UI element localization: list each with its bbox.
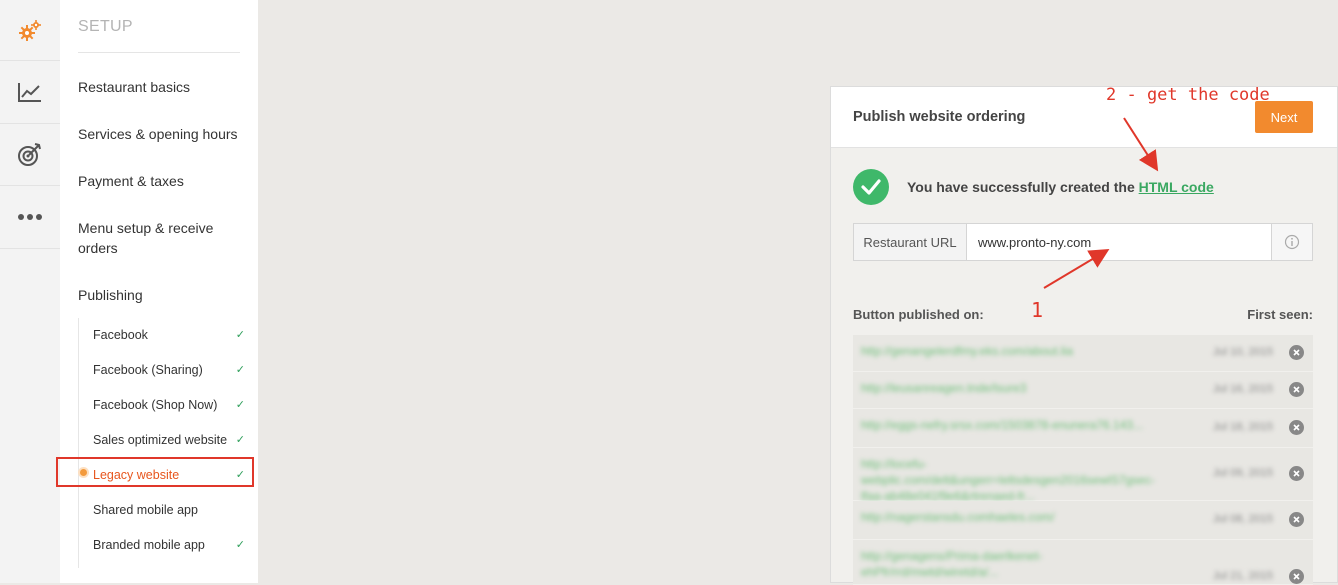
row-date: Jul 10, 2015 bbox=[1213, 346, 1273, 358]
subnav-item-label: Branded mobile app bbox=[93, 538, 205, 552]
button-published-on-header: Button published on: bbox=[853, 307, 984, 322]
success-check-icon bbox=[853, 169, 889, 205]
row-url: http://leusanreagen.tnde/lsure3 bbox=[861, 381, 1027, 395]
publish-panel: Publish website ordering Next You have s… bbox=[830, 86, 1338, 585]
target-icon bbox=[18, 143, 41, 166]
setup-title: SETUP bbox=[78, 18, 133, 35]
html-code-link[interactable]: HTML code bbox=[1139, 179, 1214, 195]
row-url: http://locefu-webplic.com/delt&ungerr=le… bbox=[861, 457, 1155, 503]
subnav-item-branded-mobile-app[interactable]: Branded mobile app ✓ bbox=[93, 535, 245, 555]
divider bbox=[78, 52, 240, 53]
publishing-subnav: Facebook ✓ Facebook (Sharing) ✓ Facebook… bbox=[78, 318, 249, 568]
check-icon: ✓ bbox=[235, 329, 245, 341]
annotation-step-2: 2 - get the code bbox=[1106, 85, 1270, 105]
check-icon: ✓ bbox=[235, 364, 245, 376]
setup-sidebar: SETUP Restaurant basics Services & openi… bbox=[60, 0, 258, 583]
panel-title: Publish website ordering bbox=[853, 109, 1026, 125]
nav-publishing[interactable]: Publishing bbox=[78, 285, 248, 305]
subnav-item-facebook[interactable]: Facebook ✓ bbox=[93, 325, 245, 345]
success-prefix: You have successfully created the bbox=[907, 179, 1139, 195]
table-row: http://genagens/Prima-daerlkenet-ehPfr/r… bbox=[853, 540, 1313, 585]
info-icon[interactable] bbox=[1271, 224, 1312, 260]
row-date: Jul 08, 2015 bbox=[1213, 513, 1273, 525]
remove-icon[interactable] bbox=[1289, 512, 1304, 527]
row-url: http://eggs-nefry.srsx.com/1503878-enune… bbox=[861, 418, 1143, 432]
remove-icon[interactable] bbox=[1289, 420, 1304, 435]
subnav-item-label: Facebook (Sharing) bbox=[93, 363, 203, 377]
subnav-item-facebook-sharing[interactable]: Facebook (Sharing) ✓ bbox=[93, 360, 245, 380]
row-url: http://genagens/Prima-daerlkenet-ehPfr/r… bbox=[861, 549, 1043, 579]
restaurant-url-input[interactable] bbox=[978, 233, 1268, 251]
next-button[interactable]: Next bbox=[1255, 101, 1313, 133]
more-icon bbox=[18, 214, 42, 220]
table-row: http://locefu-webplic.com/delt&ungerr=le… bbox=[853, 448, 1313, 503]
rail-item-setup[interactable] bbox=[0, 0, 60, 62]
rail-item-reports[interactable] bbox=[0, 60, 60, 124]
subnav-item-label: Sales optimized website bbox=[93, 433, 228, 447]
subnav-item-sales-optimized-website[interactable]: Sales optimized website ✓ bbox=[93, 430, 245, 450]
row-date: Jul 09, 2015 bbox=[1213, 467, 1273, 479]
table-row: http://genangelerdfmy.eks.com/about.lia … bbox=[853, 335, 1313, 372]
annotation-step-1: 1 bbox=[1031, 298, 1044, 322]
highlight-box bbox=[56, 457, 254, 487]
nav-menu-setup[interactable]: Menu setup & receive orders bbox=[78, 218, 228, 258]
table-row: http://leusanreagen.tnde/lsure3 Jul 16, … bbox=[853, 372, 1313, 409]
nav-restaurant-basics[interactable]: Restaurant basics bbox=[78, 77, 248, 97]
remove-icon[interactable] bbox=[1289, 345, 1304, 360]
rail-item-marketing[interactable] bbox=[0, 123, 60, 186]
remove-icon[interactable] bbox=[1289, 466, 1304, 481]
icon-rail bbox=[0, 0, 60, 583]
subnav-item-label: Facebook bbox=[93, 328, 148, 342]
subnav-item-shared-mobile-app[interactable]: Shared mobile app bbox=[93, 500, 245, 520]
restaurant-url-field: Restaurant URL bbox=[853, 223, 1313, 261]
rail-item-more[interactable] bbox=[0, 186, 60, 249]
row-date: Jul 21, 2015 bbox=[1213, 570, 1273, 582]
row-date: Jul 18, 2015 bbox=[1213, 421, 1273, 433]
row-url: http://nagerstansdu.comhaeles.com/ bbox=[861, 510, 1055, 524]
nav-payment-taxes[interactable]: Payment & taxes bbox=[78, 171, 248, 191]
check-icon: ✓ bbox=[235, 539, 245, 551]
gear-icon bbox=[19, 20, 41, 41]
subnav-item-label: Facebook (Shop Now) bbox=[93, 398, 218, 412]
check-icon: ✓ bbox=[235, 434, 245, 446]
subnav-item-label: Shared mobile app bbox=[93, 503, 198, 517]
check-icon: ✓ bbox=[235, 399, 245, 411]
row-date: Jul 16, 2015 bbox=[1213, 383, 1273, 395]
nav-services-opening-hours[interactable]: Services & opening hours bbox=[78, 124, 248, 144]
subnav-item-facebook-shop-now[interactable]: Facebook (Shop Now) ✓ bbox=[93, 395, 245, 415]
restaurant-url-label: Restaurant URL bbox=[854, 224, 967, 260]
row-url: http://genangelerdfmy.eks.com/about.lia bbox=[861, 344, 1073, 358]
table-row: http://eggs-nefry.srsx.com/1503878-enune… bbox=[853, 409, 1313, 448]
first-seen-header: First seen: bbox=[1247, 307, 1313, 322]
remove-icon[interactable] bbox=[1289, 569, 1304, 584]
chart-icon bbox=[18, 83, 41, 102]
table-row: http://nagerstansdu.comhaeles.com/ Jul 0… bbox=[853, 501, 1313, 540]
success-message: You have successfully created the HTML c… bbox=[907, 179, 1214, 195]
remove-icon[interactable] bbox=[1289, 382, 1304, 397]
